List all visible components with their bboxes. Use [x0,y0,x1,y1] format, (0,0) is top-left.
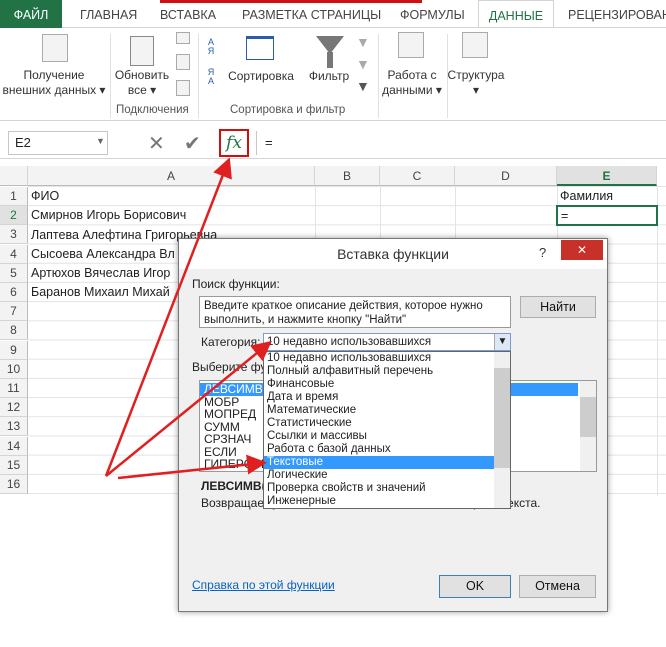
arrow-to-fx [104,157,232,477]
arrow-to-category [105,340,272,477]
annotation-arrows [104,157,272,480]
arrow-to-text-category [117,454,267,480]
